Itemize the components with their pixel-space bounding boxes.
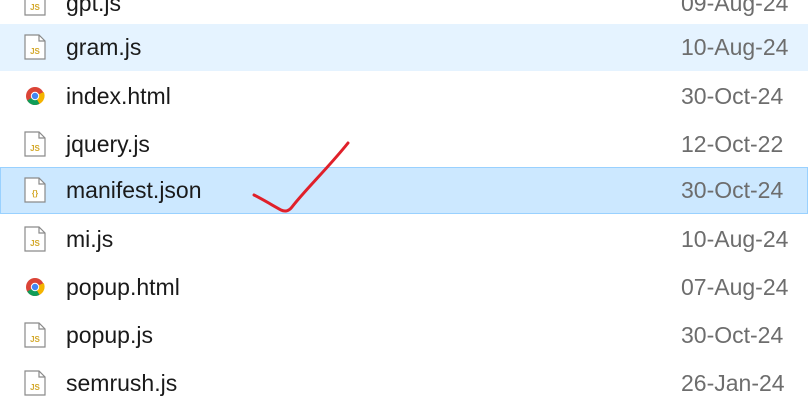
file-row-jquery-js[interactable]: JS jquery.js 12-Oct-22 — [0, 121, 808, 168]
file-row-popup-js[interactable]: JS popup.js 30-Oct-24 — [0, 312, 808, 359]
file-date: 10-Aug-24 — [681, 226, 789, 252]
js-file-icon: JS — [24, 131, 46, 157]
json-file-icon: {} — [24, 177, 46, 203]
js-file-icon: JS — [24, 370, 46, 396]
file-row-semrush-js[interactable]: JS semrush.js 26-Jan-24 — [0, 360, 808, 407]
svg-text:JS: JS — [30, 335, 40, 344]
file-name: gram.js — [66, 34, 142, 60]
file-name: semrush.js — [66, 370, 178, 396]
file-date: 10-Aug-24 — [681, 34, 789, 60]
file-name: popup.html — [66, 274, 180, 300]
js-file-icon: JS — [24, 34, 46, 60]
file-name: index.html — [66, 83, 171, 109]
file-date: 26-Jan-24 — [681, 370, 785, 396]
svg-text:JS: JS — [30, 3, 40, 12]
file-name: mi.js — [66, 226, 114, 252]
file-row-index-html[interactable]: index.html 30-Oct-24 — [0, 73, 808, 120]
file-date: 09-Aug-24 — [681, 0, 789, 16]
file-date: 30-Oct-24 — [681, 177, 784, 203]
file-name: gpt.js — [66, 0, 121, 16]
svg-text:{}: {} — [32, 189, 38, 198]
file-date: 30-Oct-24 — [681, 322, 784, 348]
file-date: 30-Oct-24 — [681, 83, 784, 109]
js-file-icon: JS — [24, 322, 46, 348]
chrome-html-icon — [24, 274, 46, 300]
svg-text:JS: JS — [30, 144, 40, 153]
file-name: popup.js — [66, 322, 153, 348]
chrome-html-icon — [24, 83, 46, 109]
file-date: 07-Aug-24 — [681, 274, 789, 300]
file-name: jquery.js — [66, 131, 150, 157]
svg-text:JS: JS — [30, 47, 40, 56]
file-row-manifest-json[interactable]: {} manifest.json 30-Oct-24 — [0, 167, 808, 214]
file-date: 12-Oct-22 — [681, 131, 784, 157]
file-row-popup-html[interactable]: popup.html 07-Aug-24 — [0, 264, 808, 311]
file-name: manifest.json — [66, 177, 202, 203]
svg-text:JS: JS — [30, 239, 40, 248]
file-list: JS gpt.js 09-Aug-24 JS gram.js 10-Aug-24… — [0, 0, 808, 420]
svg-text:JS: JS — [30, 383, 40, 392]
file-row-gram-js[interactable]: JS gram.js 10-Aug-24 — [0, 24, 808, 71]
file-row-mi-js[interactable]: JS mi.js 10-Aug-24 — [0, 216, 808, 263]
file-row-gpt-js[interactable]: JS gpt.js 09-Aug-24 — [0, 0, 808, 27]
js-file-icon: JS — [24, 226, 46, 252]
js-file-icon: JS — [24, 0, 46, 16]
